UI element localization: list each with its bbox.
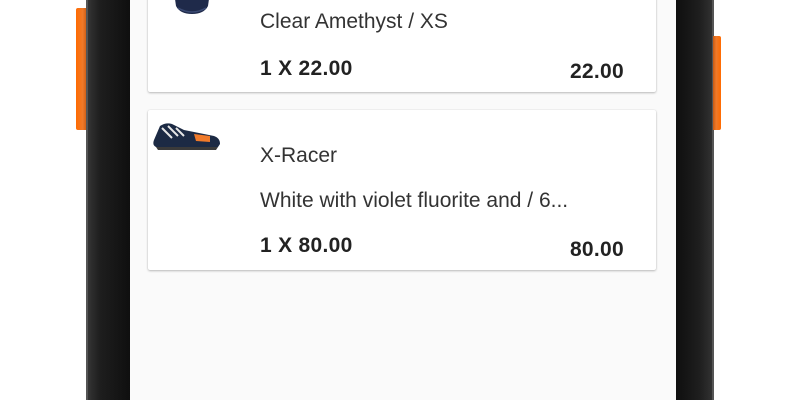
cart-item-line-total: 22.00 (569, 60, 624, 83)
cart-item-card[interactable]: X-Racer White with violet fluorite and /… (148, 110, 656, 270)
cart-item-name: X-Racer (260, 144, 338, 167)
cart-item-variant: White with violet fluorite and / 6... (260, 189, 569, 212)
phone-frame-right (676, 0, 714, 400)
phone-screen: Clear Amethyst / XS 1 X 22.00 22.00 X-Ra… (130, 0, 676, 400)
cart-item-variant: Clear Amethyst / XS (260, 10, 448, 33)
phone-side-button-right (713, 36, 721, 130)
sneaker-icon (150, 114, 224, 154)
tshirt-icon (168, 0, 216, 22)
cart-item-quantity-price: 1 X 22.00 (260, 57, 353, 80)
phone-frame-left (86, 0, 130, 400)
cart-item-line-total: 80.00 (569, 238, 624, 261)
cart-item-quantity-price: 1 X 80.00 (260, 234, 353, 257)
cart-item-card[interactable]: Clear Amethyst / XS 1 X 22.00 22.00 (148, 0, 656, 92)
phone-frame-edge-left (86, 0, 88, 400)
